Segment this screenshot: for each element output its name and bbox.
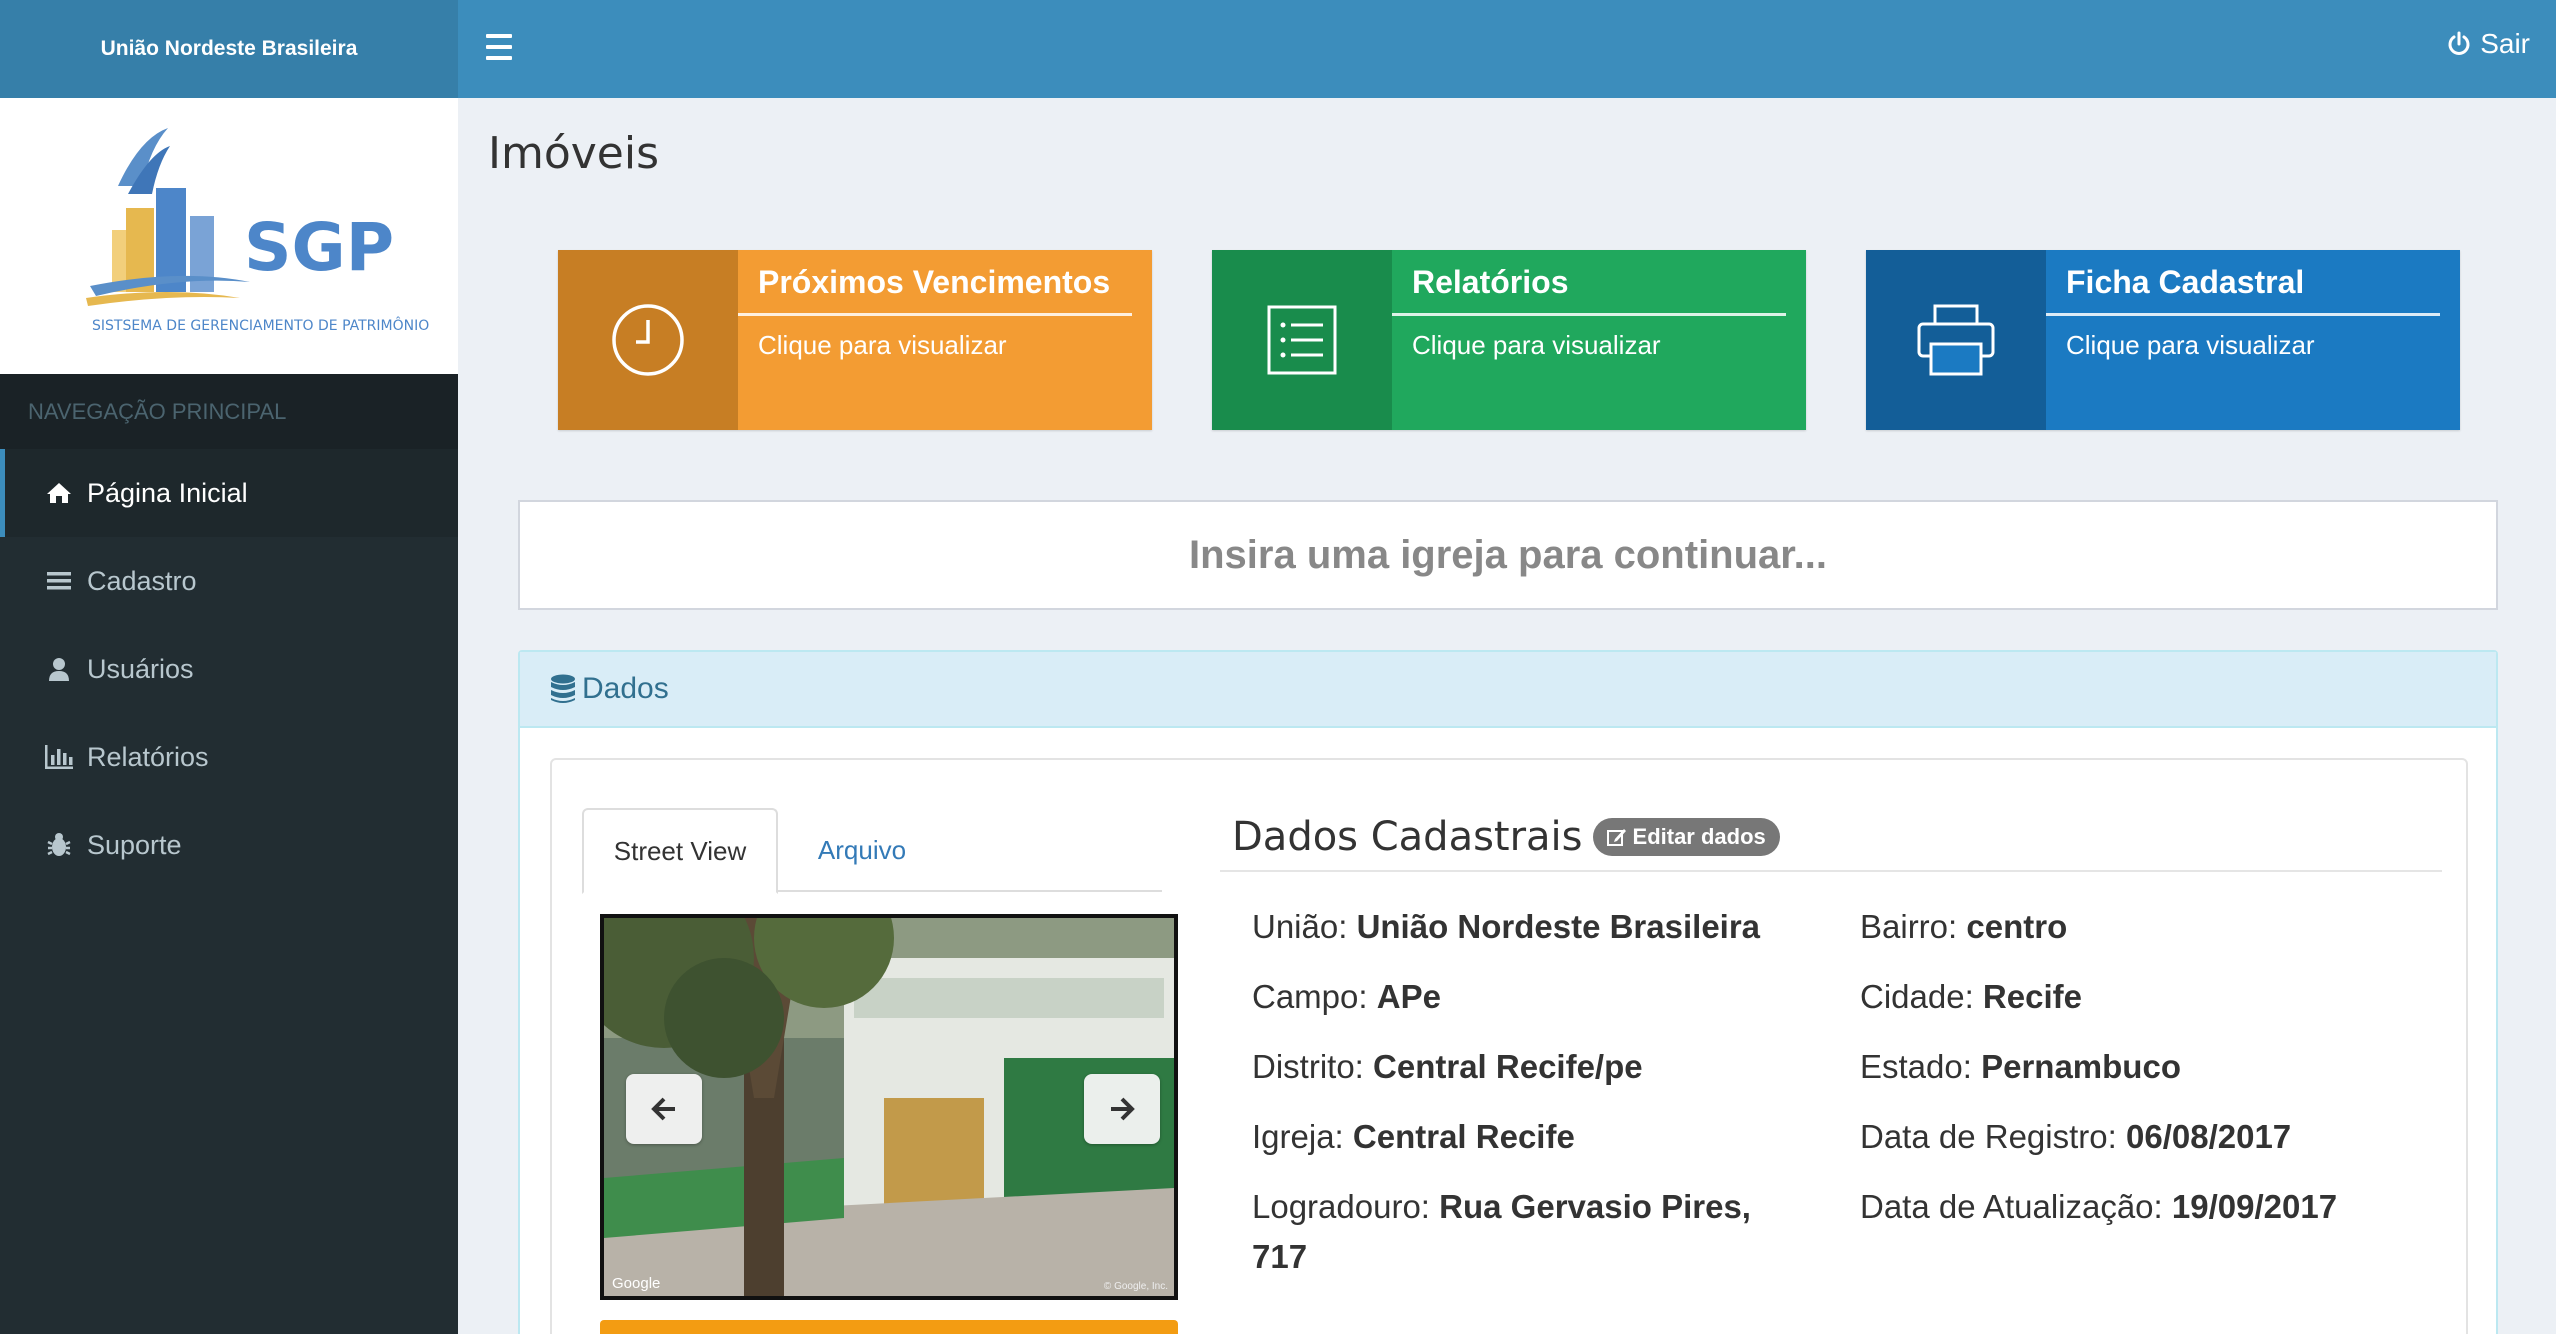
card-title: Próximos Vencimentos: [738, 264, 1132, 316]
street-view-prev-button[interactable]: [626, 1074, 702, 1144]
home-icon: [43, 481, 75, 505]
field-data-atualizacao: Data de Atualização: 19/09/2017: [1860, 1182, 2337, 1232]
page-title: Imóveis: [488, 128, 660, 179]
field-distrito: Distrito: Central Recife/pe: [1252, 1042, 1643, 1092]
field-value: 06/08/2017: [2125, 1118, 2292, 1155]
street-view-image[interactable]: Google © Google, Inc.: [600, 914, 1178, 1300]
field-logradouro: Logradouro: Rua Gervasio Pires, 717: [1252, 1182, 1751, 1282]
menu-toggle-icon[interactable]: [486, 34, 512, 60]
field-label: Igreja:: [1252, 1118, 1344, 1155]
topbar: Sair: [458, 0, 2556, 98]
card-subtitle: Clique para visualizar: [1412, 330, 1661, 360]
svg-text:SISTSEMA DE GERENCIAMENTO DE P: SISTSEMA DE GERENCIAMENTO DE PATRIMÔNIO: [92, 316, 429, 334]
field-value: Central Recife/pe: [1373, 1048, 1643, 1085]
svg-text:SGP: SGP: [244, 209, 394, 286]
card-subtitle: Clique para visualizar: [758, 330, 1007, 360]
field-label: Logradouro:: [1252, 1188, 1430, 1225]
field-value: APe: [1376, 978, 1441, 1015]
sgp-logo-icon: SGP SISTSEMA DE GERENCIAMENTO DE PATRIMÔ…: [86, 128, 429, 334]
field-label: Bairro:: [1860, 908, 1958, 945]
sidebar-item-relatorios[interactable]: Relatórios: [0, 713, 458, 801]
field-label: União:: [1252, 908, 1348, 945]
sidebar-item-label: Cadastro: [87, 565, 197, 596]
list-icon: [43, 570, 75, 592]
card-title: Relatórios: [1392, 264, 1786, 316]
field-value: União Nordeste Brasileira: [1356, 908, 1761, 945]
sidebar-item-label: Relatórios: [87, 741, 209, 772]
logout-label: Sair: [2480, 28, 2530, 59]
database-icon: [551, 674, 575, 703]
print-icon: [1917, 304, 1995, 376]
google-watermark: Google: [612, 1275, 661, 1292]
field-estado: Estado: Pernambuco: [1860, 1042, 2181, 1092]
power-icon: [2448, 31, 2470, 55]
sidebar-item-usuarios[interactable]: Usuários: [0, 625, 458, 713]
media-tabs: Street View Arquivo: [582, 808, 1162, 894]
edit-icon: [1606, 829, 1626, 846]
street-view-action-bar[interactable]: [600, 1320, 1178, 1334]
dados-cadastrais-heading: Dados Cadastrais: [1232, 814, 1583, 860]
field-label: Estado:: [1860, 1048, 1972, 1085]
field-data-registro: Data de Registro: 06/08/2017: [1860, 1112, 2291, 1162]
tab-arquivo[interactable]: Arquivo: [792, 808, 932, 892]
field-value: 19/09/2017: [2171, 1188, 2338, 1225]
list-icon: [1267, 305, 1337, 375]
field-uniao: União: União Nordeste Brasileira: [1252, 902, 1760, 952]
panel-heading: Dados: [520, 652, 2496, 728]
divider: [1220, 870, 2442, 872]
nav-header: NAVEGAÇÃO PRINCIPAL: [0, 374, 458, 449]
street-view-next-button[interactable]: [1084, 1074, 1160, 1144]
dados-cadastrais-title: Dados Cadastrais Editar dados: [1232, 814, 1780, 860]
field-campo: Campo: APe: [1252, 972, 1441, 1022]
bar-chart-icon: [43, 745, 75, 769]
sidebar-item-label: Usuários: [87, 653, 194, 684]
card-relatorios[interactable]: Relatórios Clique para visualizar: [1212, 250, 1806, 430]
church-prompt: Insira uma igreja para continuar...: [518, 500, 2498, 610]
tab-street-view[interactable]: Street View: [582, 808, 778, 894]
edit-data-label: Editar dados: [1632, 824, 1766, 849]
field-label: Data de Atualização:: [1860, 1188, 2163, 1225]
field-label: Distrito:: [1252, 1048, 1364, 1085]
field-value: Recife: [1982, 978, 2082, 1015]
card-icon-area: [1212, 250, 1392, 430]
sidebar-item-cadastro[interactable]: Cadastro: [0, 537, 458, 625]
field-cidade: Cidade: Recife: [1860, 972, 2082, 1022]
field-label: Cidade:: [1860, 978, 1974, 1015]
field-value: Rua Gervasio Pires,: [1439, 1188, 1751, 1225]
card-icon-area: [558, 250, 738, 430]
bug-icon: [43, 832, 75, 858]
sidebar-item-label: Página Inicial: [87, 477, 248, 508]
field-label: Data de Registro:: [1860, 1118, 2117, 1155]
arrow-right-icon: [1111, 1097, 1135, 1121]
user-icon: [43, 657, 75, 681]
panel-heading-label: Dados: [582, 672, 669, 705]
card-proximos-vencimentos[interactable]: Próximos Vencimentos Clique para visuali…: [558, 250, 1152, 430]
dados-inner-box: Street View Arquivo Google © Google, Inc…: [550, 758, 2468, 1334]
sidebar: NAVEGAÇÃO PRINCIPAL Página Inicial Cadas…: [0, 374, 458, 1334]
arrow-left-icon: [651, 1097, 675, 1121]
sidebar-item-pagina-inicial[interactable]: Página Inicial: [0, 449, 458, 537]
field-igreja: Igreja: Central Recife: [1252, 1112, 1575, 1162]
edit-data-button[interactable]: Editar dados: [1592, 818, 1780, 856]
brand-title[interactable]: União Nordeste Brasileira: [0, 0, 458, 98]
sidebar-item-label: Suporte: [87, 829, 182, 860]
field-value: Pernambuco: [1981, 1048, 2181, 1085]
field-value: Central Recife: [1352, 1118, 1575, 1155]
field-bairro: Bairro: centro: [1860, 902, 2067, 952]
google-copyright: © Google, Inc.: [1103, 1281, 1168, 1292]
dados-panel: Dados Street View Arquivo Google © Googl…: [518, 650, 2498, 1334]
card-title: Ficha Cadastral: [2046, 264, 2440, 316]
card-ficha-cadastral[interactable]: Ficha Cadastral Clique para visualizar: [1866, 250, 2460, 430]
card-icon-area: [1866, 250, 2046, 430]
field-value-line2: 717: [1252, 1238, 1308, 1275]
field-value: centro: [1966, 908, 2068, 945]
logout-button[interactable]: Sair: [2446, 28, 2530, 60]
logo: SGP SISTSEMA DE GERENCIAMENTO DE PATRIMÔ…: [0, 98, 458, 374]
sidebar-item-suporte[interactable]: Suporte: [0, 801, 458, 889]
clock-icon: [612, 304, 684, 376]
field-label: Campo:: [1252, 978, 1368, 1015]
card-subtitle: Clique para visualizar: [2066, 330, 2315, 360]
